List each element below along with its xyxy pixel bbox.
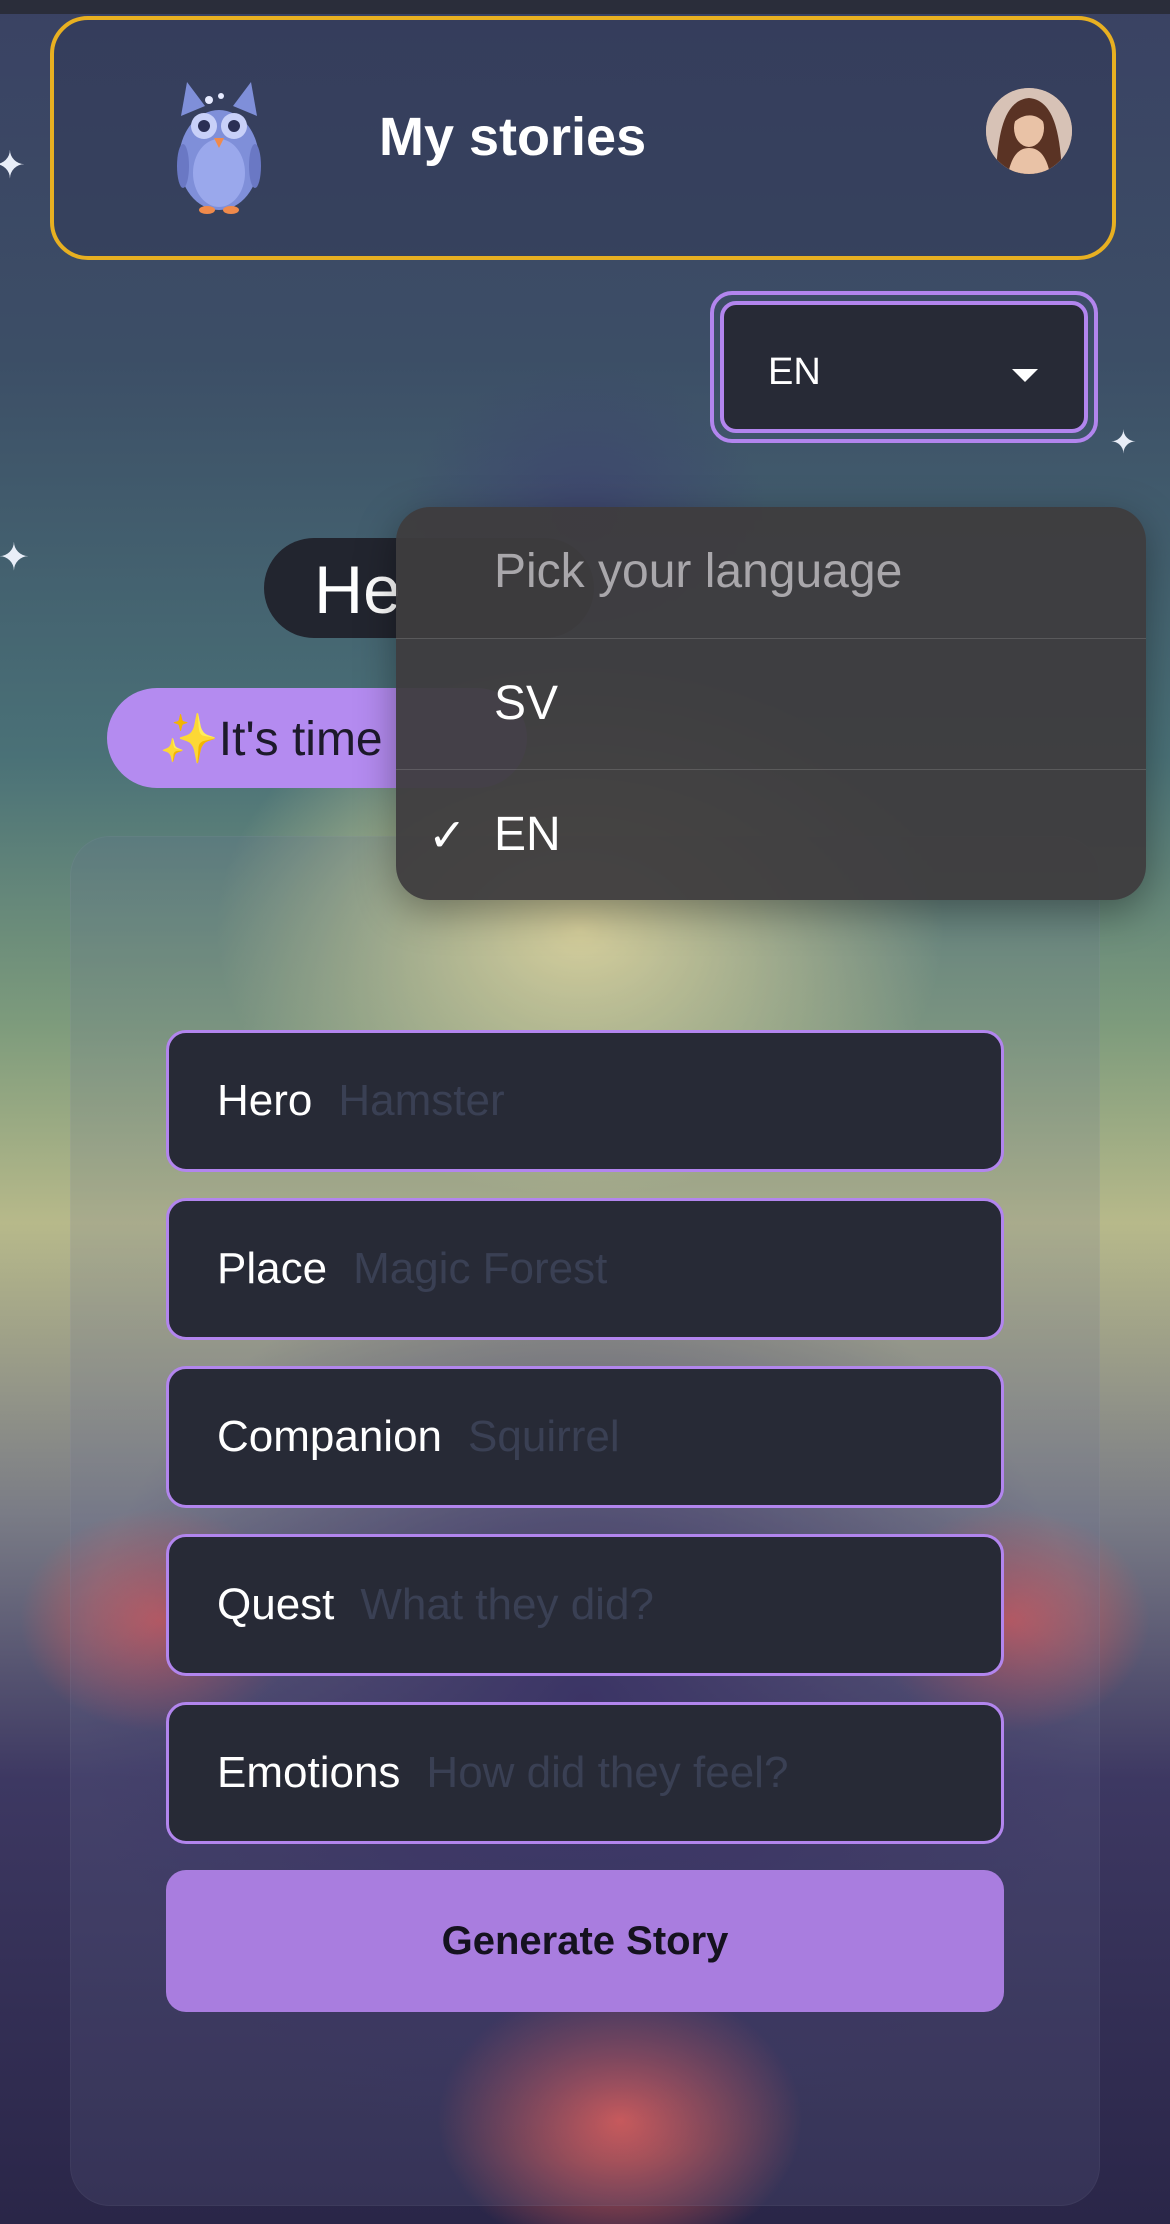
user-avatar[interactable] bbox=[986, 88, 1072, 174]
language-dropdown-header-label: Pick your language bbox=[494, 545, 903, 598]
emotions-input[interactable] bbox=[426, 1748, 1001, 1798]
chevron-down-icon bbox=[1012, 369, 1038, 382]
app-header: My stories bbox=[50, 16, 1116, 260]
quest-label: Quest bbox=[217, 1580, 335, 1629]
generate-story-button[interactable]: Generate Story bbox=[166, 1870, 1004, 2012]
checkmark-icon: ✓ bbox=[428, 809, 467, 861]
language-option-label: SV bbox=[494, 677, 559, 730]
emotions-label: Emotions bbox=[217, 1748, 401, 1797]
language-select-box[interactable]: EN bbox=[720, 301, 1088, 433]
place-field[interactable]: Place bbox=[166, 1198, 1004, 1340]
companion-label: Companion bbox=[217, 1412, 443, 1461]
owl-logo[interactable] bbox=[169, 78, 269, 214]
page-title: My stories bbox=[379, 107, 647, 167]
language-select-value: EN bbox=[768, 351, 821, 393]
language-option-sv[interactable]: SV bbox=[396, 638, 1146, 769]
quest-field[interactable]: Quest bbox=[166, 1534, 1004, 1676]
place-label: Place bbox=[217, 1244, 328, 1293]
language-dropdown-menu: Pick your language SV ✓ EN bbox=[396, 507, 1146, 900]
companion-input[interactable] bbox=[468, 1412, 1001, 1462]
status-bar bbox=[0, 0, 1170, 14]
companion-field[interactable]: Companion bbox=[166, 1366, 1004, 1508]
subtitle-text: ✨It's time bbox=[159, 713, 383, 766]
greeting-text: He bbox=[314, 552, 401, 628]
hero-field[interactable]: Hero bbox=[166, 1030, 1004, 1172]
hero-label: Hero bbox=[217, 1076, 313, 1125]
quest-input[interactable] bbox=[360, 1580, 1001, 1630]
emotions-field[interactable]: Emotions bbox=[166, 1702, 1004, 1844]
language-option-en[interactable]: ✓ EN bbox=[396, 769, 1146, 900]
hero-input[interactable] bbox=[338, 1076, 1001, 1126]
place-input[interactable] bbox=[353, 1244, 1001, 1294]
language-option-label: EN bbox=[494, 808, 561, 861]
sparkle-icon: ✦ bbox=[0, 143, 26, 187]
sparkle-icon: ✦ bbox=[0, 535, 30, 579]
language-dropdown-header: Pick your language bbox=[396, 507, 1146, 638]
language-select[interactable]: EN bbox=[710, 291, 1098, 443]
sparkle-icon: ✦ bbox=[1110, 423, 1137, 461]
